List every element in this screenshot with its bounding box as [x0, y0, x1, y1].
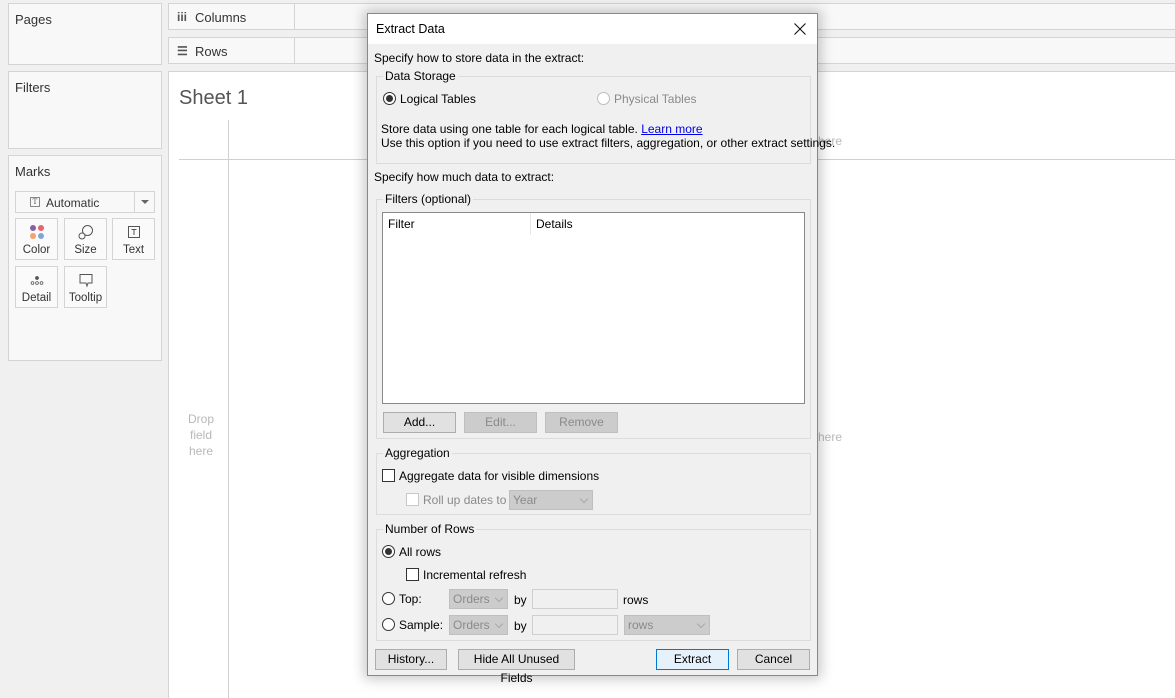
filters-title: Filters — [15, 80, 51, 95]
marks-card: Marks T Automatic Color Size Text Detail… — [8, 155, 162, 361]
color-icon — [16, 224, 57, 240]
tooltip-icon — [65, 272, 106, 288]
top-unit-label: rows — [623, 593, 649, 607]
close-button[interactable] — [789, 18, 811, 40]
drop-field-view-hint: here — [818, 430, 843, 444]
sample-by-label: by — [514, 619, 527, 633]
sample-table-select[interactable]: Orders — [449, 615, 508, 635]
sample-label[interactable]: Sample: — [399, 618, 443, 632]
sample-radio[interactable] — [382, 618, 395, 631]
edit-filter-button[interactable]: Edit... — [464, 412, 537, 433]
pages-card[interactable]: Pages — [8, 3, 162, 65]
rows-label: Rows — [195, 44, 228, 59]
marks-size-button[interactable]: Size — [64, 218, 107, 260]
top-by-label: by — [514, 593, 527, 607]
filter-column-header[interactable]: Filter — [383, 213, 420, 235]
aggregation-group: Aggregation Aggregate data for visible d… — [376, 446, 811, 515]
incremental-refresh-checkbox[interactable] — [406, 568, 419, 581]
columns-icon: iii — [177, 10, 188, 24]
chevron-down-icon — [494, 593, 504, 603]
size-label: Size — [74, 244, 97, 256]
columns-label: Columns — [195, 10, 247, 25]
rollup-dates-value: Year — [513, 493, 538, 507]
rollup-dates-select[interactable]: Year — [509, 490, 593, 510]
physical-tables-radio[interactable] — [597, 92, 610, 105]
text-mark-icon: T — [30, 197, 40, 207]
history-button[interactable]: History... — [375, 649, 447, 670]
marks-detail-button[interactable]: Detail — [15, 266, 58, 308]
pages-title: Pages — [15, 12, 52, 27]
logical-tables-label[interactable]: Logical Tables — [400, 92, 476, 106]
aggregate-label[interactable]: Aggregate data for visible dimensions — [399, 469, 599, 483]
add-filter-button[interactable]: Add... — [383, 412, 456, 433]
chevron-down-icon — [579, 494, 589, 504]
sheet-title[interactable]: Sheet 1 — [179, 87, 248, 110]
storage-description-text: Store data using one table for each logi… — [381, 122, 638, 136]
storage-description-line2: Use this option if you need to use extra… — [381, 136, 836, 150]
text-label: Text — [122, 244, 145, 256]
rollup-dates-label[interactable]: Roll up dates to — [423, 493, 506, 507]
storage-description-line1: Store data using one table for each logi… — [381, 122, 703, 136]
data-storage-legend: Data Storage — [383, 69, 458, 83]
sample-unit-value: rows — [628, 618, 654, 632]
top-radio[interactable] — [382, 592, 395, 605]
mark-type-dropdown[interactable]: T Automatic — [15, 191, 155, 213]
filters-card[interactable]: Filters — [8, 71, 162, 149]
top-count-input[interactable] — [532, 589, 618, 609]
learn-more-link[interactable]: Learn more — [641, 122, 702, 136]
chevron-down-icon[interactable] — [134, 192, 154, 212]
size-icon — [65, 224, 106, 240]
aggregate-checkbox[interactable] — [382, 469, 395, 482]
detail-icon — [16, 272, 57, 288]
dialog-title: Extract Data — [376, 22, 445, 36]
number-of-rows-legend: Number of Rows — [383, 522, 477, 536]
tooltip-label: Tooltip — [68, 292, 103, 304]
data-storage-group: Data Storage Logical Tables Physical Tab… — [376, 69, 835, 164]
sample-count-input[interactable] — [532, 615, 618, 635]
marks-title: Marks — [15, 164, 51, 179]
dialog-titlebar[interactable]: Extract Data — [368, 14, 817, 44]
marks-tooltip-button[interactable]: Tooltip — [64, 266, 107, 308]
top-label[interactable]: Top: — [399, 592, 422, 606]
top-table-select[interactable]: Orders — [449, 589, 508, 609]
rollup-dates-checkbox[interactable] — [406, 493, 419, 506]
all-rows-label[interactable]: All rows — [399, 545, 441, 559]
detail-label: Detail — [21, 292, 52, 304]
row-divider — [228, 120, 229, 698]
number-of-rows-group: Number of Rows All rows Incremental refr… — [376, 522, 811, 641]
sample-table-value: Orders — [453, 618, 490, 632]
marks-color-button[interactable]: Color — [15, 218, 58, 260]
cancel-button[interactable]: Cancel — [737, 649, 810, 670]
sample-unit-select[interactable]: rows — [624, 615, 710, 635]
top-table-value: Orders — [453, 592, 490, 606]
text-icon — [113, 224, 154, 240]
filters-group: Filters (optional) Filter Details Add...… — [376, 192, 811, 439]
close-icon — [794, 23, 806, 35]
extract-button[interactable]: Extract — [656, 649, 729, 670]
amount-prompt: Specify how much data to extract: — [374, 170, 555, 184]
filters-list[interactable]: Filter Details — [382, 212, 805, 404]
logical-tables-radio[interactable] — [383, 92, 396, 105]
physical-tables-label[interactable]: Physical Tables — [614, 92, 697, 106]
drop-field-rows-hint: Drop field here — [187, 412, 214, 458]
all-rows-radio[interactable] — [382, 545, 395, 558]
aggregation-legend: Aggregation — [383, 446, 452, 460]
chevron-down-icon — [494, 619, 504, 629]
chevron-down-icon — [696, 619, 706, 629]
store-prompt: Specify how to store data in the extract… — [374, 51, 585, 65]
remove-filter-button[interactable]: Remove — [545, 412, 618, 433]
incremental-refresh-label[interactable]: Incremental refresh — [423, 568, 526, 582]
mark-type-value: Automatic — [46, 196, 100, 210]
marks-text-button[interactable]: Text — [112, 218, 155, 260]
columns-shelf-header: iii Columns — [169, 4, 295, 29]
extract-data-dialog: Extract Data Specify how to store data i… — [367, 13, 835, 685]
hide-unused-fields-button[interactable]: Hide All Unused Fields — [458, 649, 575, 685]
filters-legend: Filters (optional) — [383, 192, 474, 206]
rows-icon: ☰ — [177, 44, 188, 58]
rows-shelf-header: ☰ Rows — [169, 38, 295, 63]
details-column-header[interactable]: Details — [531, 213, 578, 235]
color-label: Color — [22, 244, 51, 256]
